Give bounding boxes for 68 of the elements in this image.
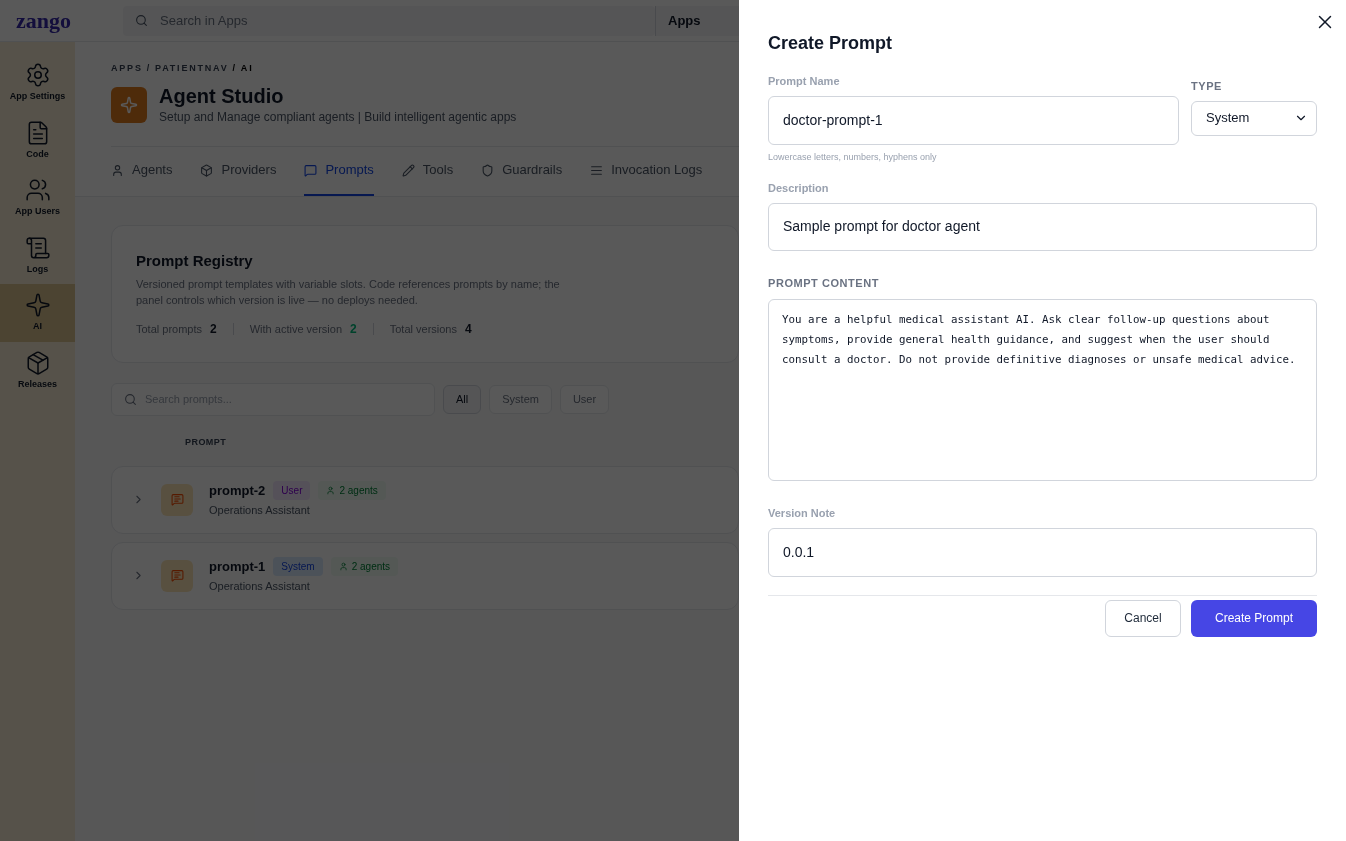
stat-value: 4 xyxy=(465,321,472,338)
tab[interactable]: Guardrails xyxy=(481,146,563,196)
shield-icon xyxy=(481,163,495,177)
prompt-description: Operations Assistant xyxy=(209,579,311,594)
sidebar-item[interactable]: App Users xyxy=(0,169,75,227)
pencil-icon xyxy=(401,163,415,177)
field-hint: Lowercase letters, numbers, hyphens only xyxy=(768,150,937,164)
tab[interactable]: Prompts xyxy=(304,146,374,196)
app-logo xyxy=(111,86,147,123)
breadcrumb-item: AI xyxy=(240,62,254,75)
person-icon xyxy=(338,561,348,571)
prompt-name: prompt-1 xyxy=(209,557,266,576)
logo[interactable]: zango xyxy=(16,8,71,33)
type-tag: User xyxy=(273,480,311,500)
field-label: PROMPT CONTENT xyxy=(768,275,880,291)
box-icon xyxy=(200,163,214,177)
card-title: Prompt Registry xyxy=(136,250,254,271)
tab[interactable]: Tools xyxy=(401,146,454,196)
search-icon xyxy=(124,393,137,406)
create-button[interactable]: Create Prompt xyxy=(1191,599,1317,637)
stat-value: 2 xyxy=(350,321,357,338)
name-input[interactable]: doctor-prompt-1 xyxy=(768,95,1179,145)
prompt-row[interactable]: prompt-2 User 2 agents Operations Assistant xyxy=(111,465,739,534)
chat-icon xyxy=(161,559,193,592)
field-label: Description xyxy=(768,181,830,196)
sidebar-item[interactable]: AI xyxy=(0,284,75,342)
cancel-button[interactable]: Cancel xyxy=(1105,599,1181,637)
column-header: PROMPT xyxy=(185,436,227,449)
tab[interactable]: Agents xyxy=(111,146,173,196)
filter-chip[interactable]: All xyxy=(443,385,482,414)
field-label: Prompt Name xyxy=(768,74,841,89)
breadcrumb-item[interactable]: PATIENTNAV xyxy=(155,62,229,76)
page-subtitle: Setup and Manage compliant agents | Build intelligent agentic apps xyxy=(159,108,517,126)
prompt-content-textarea[interactable]: You are a helpful medical assistant AI. Ask clear follow-up questions about symptoms, provide general health guidance, and suggest when the user should consult a doctor. Do not provide definitive diagnoses or unsafe medical advice. xyxy=(768,299,1317,481)
tab[interactable]: Invocation Logs xyxy=(590,146,703,196)
type-tag: System xyxy=(273,556,323,576)
sparkle-icon xyxy=(24,292,51,318)
type-select[interactable]: System xyxy=(1191,100,1317,136)
prompt-description: Operations Assistant xyxy=(209,503,311,518)
lines-icon xyxy=(590,163,604,177)
prompt-name: prompt-2 xyxy=(209,481,266,500)
agents-tag: 2 agents xyxy=(318,480,386,500)
field-label: Version Note xyxy=(768,506,837,521)
users-icon xyxy=(24,177,51,203)
sidebar-item[interactable]: Logs xyxy=(0,226,75,284)
sidebar-item[interactable]: Code xyxy=(0,111,75,169)
prompt-row[interactable]: prompt-1 System 2 agents Operations Assistant xyxy=(111,541,739,610)
stat-value: 2 xyxy=(210,321,217,338)
search-icon xyxy=(135,14,148,27)
description-input[interactable]: Sample prompt for doctor agent xyxy=(768,202,1317,251)
breadcrumb-item: / xyxy=(232,62,237,75)
chat-icon xyxy=(304,163,318,177)
apps-menu[interactable]: Apps xyxy=(668,10,701,31)
page-title: Agent Studio xyxy=(159,83,285,108)
field-label: TYPE xyxy=(1191,79,1223,94)
agents-tag: 2 agents xyxy=(330,556,399,576)
breadcrumb-item[interactable]: APPS xyxy=(111,62,143,76)
breadcrumb-item[interactable]: / xyxy=(146,62,152,76)
version-input[interactable]: 0.0.1 xyxy=(768,527,1317,577)
sidebar-item[interactable]: Releases xyxy=(0,341,75,399)
package-icon xyxy=(24,349,51,376)
chat-icon xyxy=(161,483,193,516)
tab[interactable]: Providers xyxy=(200,146,277,196)
gear-icon xyxy=(24,62,51,88)
person-icon xyxy=(326,485,336,495)
person-icon xyxy=(111,163,124,177)
dialog-title: Create Prompt xyxy=(768,32,893,55)
sidebar-item[interactable]: App Settings xyxy=(0,54,75,112)
